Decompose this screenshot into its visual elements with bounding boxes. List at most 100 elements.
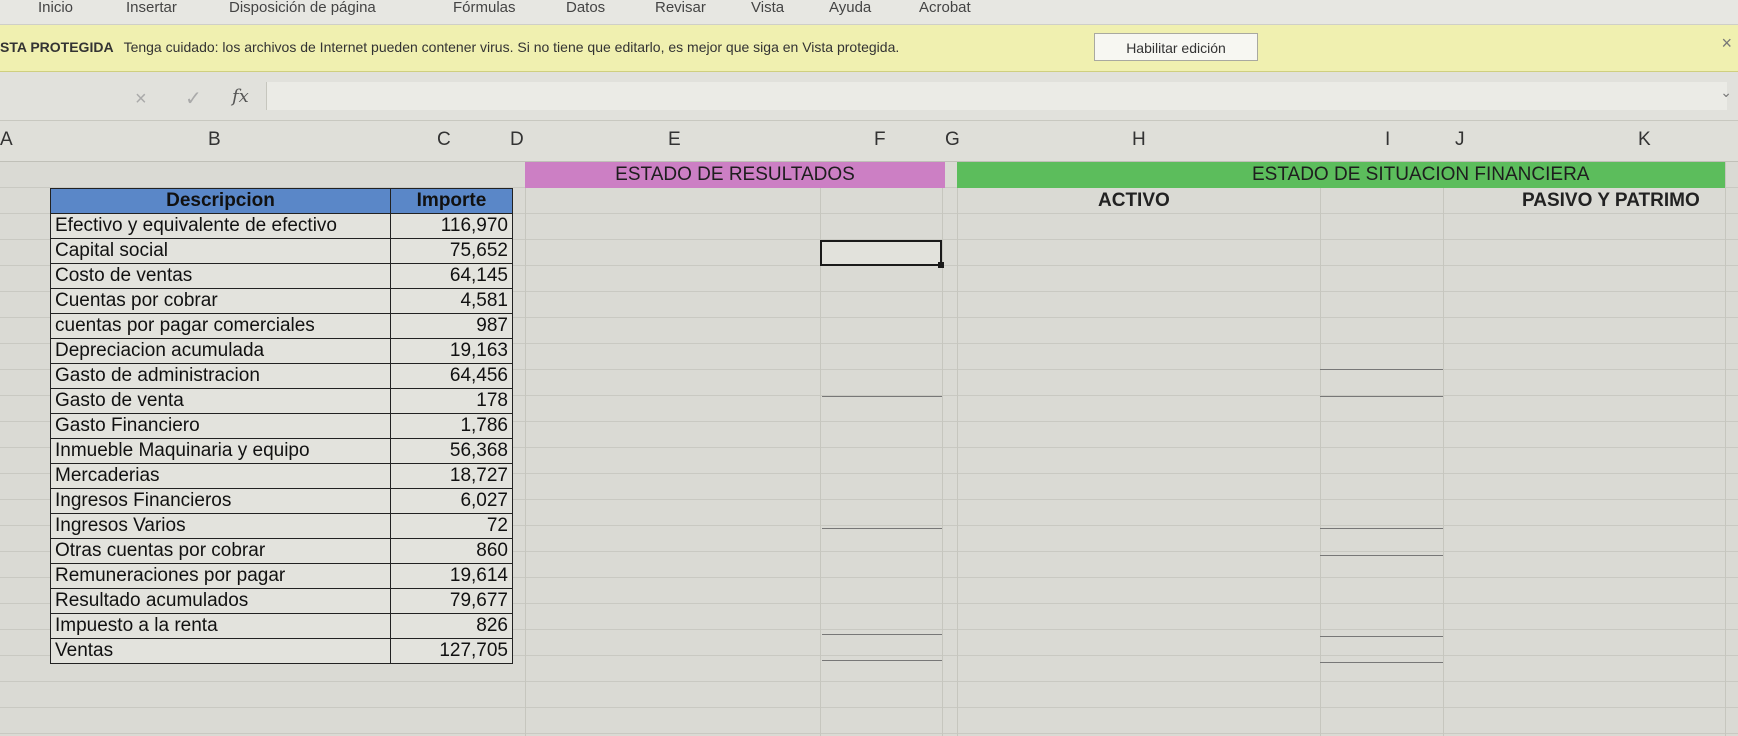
function-icon[interactable]: fx	[232, 86, 249, 107]
cell-border	[822, 634, 942, 635]
gridline	[525, 162, 526, 736]
table-row: Depreciacion acumulada 19,163	[50, 338, 513, 364]
amount-cell[interactable]: 64,456	[390, 363, 513, 389]
fill-handle[interactable]	[938, 262, 944, 268]
amount-cell[interactable]: 116,970	[390, 213, 513, 239]
cancel-icon[interactable]: ×	[135, 88, 147, 111]
account-name-cell[interactable]: Efectivo y equivalente de efectivo	[50, 213, 391, 239]
tab-disposicion[interactable]: Disposición de página	[229, 0, 376, 22]
amount-cell[interactable]: 64,145	[390, 263, 513, 289]
account-name-cell[interactable]: Cuentas por cobrar	[50, 288, 391, 314]
amount-cell[interactable]: 79,677	[390, 588, 513, 614]
table-row: Otras cuentas por cobrar 860	[50, 538, 513, 564]
col-header-d[interactable]: D	[510, 129, 524, 151]
col-header-c[interactable]: C	[437, 129, 451, 151]
col-header-j[interactable]: J	[1455, 129, 1465, 151]
cell-border	[1320, 528, 1443, 529]
account-name-cell[interactable]: Depreciacion acumulada	[50, 338, 391, 364]
account-name-cell[interactable]: Mercaderias	[50, 463, 391, 489]
tab-revisar[interactable]: Revisar	[655, 0, 706, 22]
col-header-f[interactable]: F	[874, 129, 886, 151]
account-name-cell[interactable]: Impuesto a la renta	[50, 613, 391, 639]
descripcion-header[interactable]: Descripcion	[50, 188, 391, 214]
amount-cell[interactable]: 18,727	[390, 463, 513, 489]
selected-cell[interactable]	[820, 240, 944, 268]
table-row: Gasto Financiero 1,786	[50, 413, 513, 439]
activo-label[interactable]: ACTIVO	[1098, 190, 1170, 212]
tab-acrobat[interactable]: Acrobat	[919, 0, 971, 22]
account-name-cell[interactable]: Resultado acumulados	[50, 588, 391, 614]
account-name-cell[interactable]: Costo de ventas	[50, 263, 391, 289]
amount-cell[interactable]: 1,786	[390, 413, 513, 439]
tab-inicio[interactable]: Inicio	[38, 0, 73, 22]
col-header-k[interactable]: K	[1638, 129, 1651, 151]
tab-datos[interactable]: Datos	[566, 0, 605, 22]
amount-cell[interactable]: 178	[390, 388, 513, 414]
account-name-cell[interactable]: Inmueble Maquinaria y equipo	[50, 438, 391, 464]
estado-resultados-banner[interactable]: ESTADO DE RESULTADOS	[525, 162, 945, 188]
account-name-cell[interactable]: Remuneraciones por pagar	[50, 563, 391, 589]
table-header-row: Descripcion Importe	[50, 188, 513, 214]
tab-formulas[interactable]: Fórmulas	[453, 0, 516, 22]
col-header-e[interactable]: E	[668, 129, 681, 151]
table-row: Gasto de administracion 64,456	[50, 363, 513, 389]
amount-cell[interactable]: 127,705	[390, 638, 513, 664]
gridline	[1725, 162, 1726, 736]
account-name-cell[interactable]: cuentas por pagar comerciales	[50, 313, 391, 339]
cell-border	[1320, 369, 1443, 370]
account-name-cell[interactable]: Gasto de venta	[50, 388, 391, 414]
cell-border	[1320, 396, 1443, 397]
amount-cell[interactable]: 19,163	[390, 338, 513, 364]
close-icon[interactable]: ×	[1721, 33, 1732, 54]
protected-view-bar: STA PROTEGIDA Tenga cuidado: los archivos…	[0, 25, 1738, 72]
chevron-down-icon[interactable]: ⌄	[1720, 84, 1732, 101]
amount-cell[interactable]: 75,652	[390, 238, 513, 264]
account-name-cell[interactable]: Gasto de administracion	[50, 363, 391, 389]
importe-header[interactable]: Importe	[390, 188, 513, 214]
gridline	[1320, 162, 1321, 736]
col-header-a[interactable]: A	[0, 129, 13, 151]
cell-border	[1320, 636, 1443, 637]
account-name-cell[interactable]: Ventas	[50, 638, 391, 664]
tab-insertar[interactable]: Insertar	[126, 0, 177, 22]
gridline	[957, 162, 958, 736]
col-header-i[interactable]: I	[1385, 129, 1390, 151]
cell-border	[822, 660, 942, 661]
col-header-b[interactable]: B	[208, 129, 221, 151]
table-row: Gasto de venta 178	[50, 388, 513, 414]
cell-border	[1320, 555, 1443, 556]
amount-cell[interactable]: 56,368	[390, 438, 513, 464]
estado-situacion-banner[interactable]: ESTADO DE SITUACION FINANCIERA	[957, 162, 1725, 188]
amount-cell[interactable]: 6,027	[390, 488, 513, 514]
table-row: Impuesto a la renta 826	[50, 613, 513, 639]
amount-cell[interactable]: 19,614	[390, 563, 513, 589]
enable-editing-button[interactable]: Habilitar edición	[1094, 33, 1258, 61]
amount-cell[interactable]: 826	[390, 613, 513, 639]
table-row: Resultado acumulados 79,677	[50, 588, 513, 614]
amount-cell[interactable]: 4,581	[390, 288, 513, 314]
pasivo-patrimonio-label[interactable]: PASIVO Y PATRIMO	[1522, 190, 1700, 212]
amount-cell[interactable]: 860	[390, 538, 513, 564]
amount-cell[interactable]: 72	[390, 513, 513, 539]
protected-view-message: STA PROTEGIDA Tenga cuidado: los archivos…	[0, 39, 899, 55]
formula-input[interactable]	[266, 82, 1727, 110]
col-header-g[interactable]: G	[945, 129, 960, 151]
col-header-h[interactable]: H	[1132, 129, 1146, 151]
protected-view-text: Tenga cuidado: los archivos de Internet …	[123, 39, 900, 55]
table-row: Ingresos Financieros 6,027	[50, 488, 513, 514]
table-row: Ventas 127,705	[50, 638, 513, 664]
tab-vista[interactable]: Vista	[751, 0, 784, 22]
amount-cell[interactable]: 987	[390, 313, 513, 339]
formula-bar: × ✓ fx ⌄	[0, 72, 1738, 121]
account-name-cell[interactable]: Otras cuentas por cobrar	[50, 538, 391, 564]
tab-ayuda[interactable]: Ayuda	[829, 0, 871, 22]
name-box[interactable]	[0, 84, 100, 108]
account-name-cell[interactable]: Ingresos Financieros	[50, 488, 391, 514]
table-row: Costo de ventas 64,145	[50, 263, 513, 289]
enter-icon[interactable]: ✓	[185, 86, 202, 111]
cell-border	[1320, 662, 1443, 663]
account-name-cell[interactable]: Gasto Financiero	[50, 413, 391, 439]
account-name-cell[interactable]: Capital social	[50, 238, 391, 264]
table-row: Remuneraciones por pagar 19,614	[50, 563, 513, 589]
account-name-cell[interactable]: Ingresos Varios	[50, 513, 391, 539]
